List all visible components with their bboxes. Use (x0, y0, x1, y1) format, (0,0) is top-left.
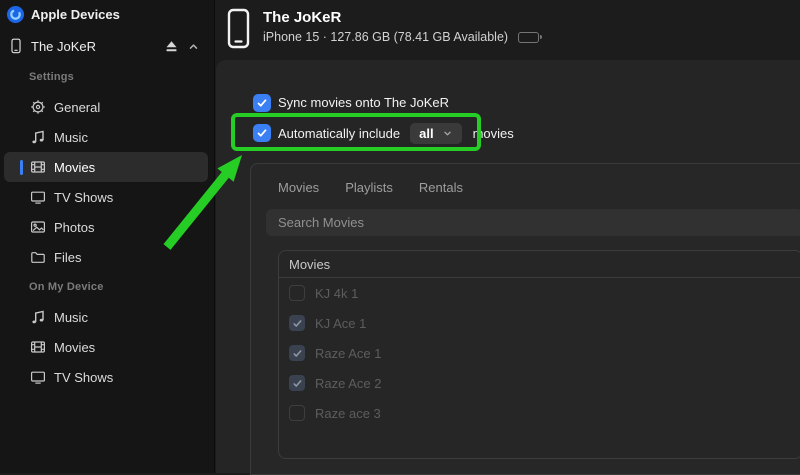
gear-icon (30, 99, 46, 115)
iphone-icon (9, 37, 23, 55)
sidebar-item-label: General (54, 100, 100, 115)
chevron-up-icon[interactable] (187, 40, 200, 53)
device-info: iPhone 15 · 127.86 GB (78.41 GB Availabl… (263, 30, 508, 44)
movie-checkbox-checked[interactable] (289, 315, 305, 331)
movies-listbox: Movies KJ 4k 1 KJ Ace 1 Raze Ace 1 Raze Ace… (278, 250, 800, 459)
movie-title: Raze ace 3 (315, 406, 381, 421)
sidebar-item-tv-shows[interactable]: TV Shows (4, 362, 208, 392)
iphone-icon-large (227, 8, 250, 49)
sidebar-device-row[interactable]: The JoKeR (0, 31, 214, 61)
tab-movies[interactable]: Movies (278, 180, 319, 195)
auto-include-row: Automatically include all movies (253, 123, 514, 143)
sidebar-section-label: Settings (29, 62, 208, 92)
app-header: Apple Devices (0, 1, 214, 27)
movie-list-row[interactable]: Raze ace 3 (279, 398, 800, 428)
movie-list-row[interactable]: KJ Ace 1 (279, 308, 800, 338)
media-tabs: Movies Playlists Rentals (278, 180, 463, 195)
sync-movies-checkbox[interactable] (253, 94, 271, 112)
sidebar-item-label: Music (54, 130, 88, 145)
movie-checkbox-checked[interactable] (289, 375, 305, 391)
sidebar-item-label: Movies (54, 340, 95, 355)
music-note-icon (30, 129, 46, 145)
sidebar-item-label: Photos (54, 220, 94, 235)
movie-checkbox-unchecked[interactable] (289, 285, 305, 301)
photo-icon (30, 219, 46, 235)
sidebar-item-movies[interactable]: Movies (4, 332, 208, 362)
tv-icon (30, 189, 46, 205)
device-title: The JoKeR (263, 9, 341, 26)
movie-checkbox-unchecked[interactable] (289, 405, 305, 421)
sidebar-item-general[interactable]: General (4, 92, 208, 122)
search-input[interactable] (266, 209, 800, 236)
sidebar-item-label: Files (54, 250, 81, 265)
apple-devices-app-icon (6, 5, 25, 24)
sidebar-item-files[interactable]: Files (4, 242, 208, 272)
sidebar-item-music[interactable]: Music (4, 122, 208, 152)
sidebar-item-movies[interactable]: Movies (4, 152, 208, 182)
movie-title: Raze Ace 2 (315, 376, 382, 391)
chevron-down-icon (442, 128, 453, 139)
sidebar-item-label: TV Shows (54, 190, 113, 205)
auto-include-checkbox[interactable] (253, 124, 271, 142)
movies-subpanel: Movies Playlists Rentals Movies KJ 4k 1 KJ … (250, 163, 800, 475)
tab-rentals[interactable]: Rentals (419, 180, 463, 195)
movies-list-header: Movies (279, 251, 800, 278)
movie-title: KJ 4k 1 (315, 286, 358, 301)
sidebar-item-label: Music (54, 310, 88, 325)
sidebar-device-name: The JoKeR (31, 39, 96, 54)
movie-list-row[interactable]: KJ 4k 1 (279, 278, 800, 308)
eject-icon[interactable] (163, 38, 180, 55)
device-header: The JoKeR iPhone 15 · 127.86 GB (78.41 G… (215, 0, 800, 60)
battery-icon (518, 32, 542, 43)
tv-icon (30, 369, 46, 385)
movie-checkbox-checked[interactable] (289, 345, 305, 361)
search-field (266, 209, 800, 236)
film-icon (30, 339, 46, 355)
selected-accent-bar (20, 160, 23, 175)
sidebar-item-tv-shows[interactable]: TV Shows (4, 182, 208, 212)
auto-include-dropdown[interactable]: all (410, 123, 461, 144)
dropdown-selected-value: all (419, 126, 433, 141)
auto-include-prefix-label: Automatically include (278, 126, 400, 141)
movie-title: KJ Ace 1 (315, 316, 366, 331)
movie-list-row[interactable]: Raze Ace 1 (279, 338, 800, 368)
movie-title: Raze Ace 1 (315, 346, 382, 361)
main-panel: Sync movies onto The JoKeR Automatically… (216, 60, 800, 473)
film-icon (30, 159, 46, 175)
movie-list-row[interactable]: Raze Ace 2 (279, 368, 800, 398)
sidebar-section-label: On My Device (29, 272, 208, 302)
sync-movies-row: Sync movies onto The JoKeR (253, 93, 449, 112)
sidebar-item-label: Movies (54, 160, 95, 175)
sidebar-item-label: TV Shows (54, 370, 113, 385)
sidebar: Apple Devices The JoKeR Settings General M… (0, 0, 215, 473)
sidebar-item-photos[interactable]: Photos (4, 212, 208, 242)
app-title: Apple Devices (31, 7, 120, 22)
music-note-icon (30, 309, 46, 325)
sidebar-item-music[interactable]: Music (4, 302, 208, 332)
auto-include-suffix-label: movies (473, 126, 514, 141)
folder-icon (30, 249, 46, 265)
tab-playlists[interactable]: Playlists (345, 180, 393, 195)
sync-movies-label: Sync movies onto The JoKeR (278, 95, 449, 110)
